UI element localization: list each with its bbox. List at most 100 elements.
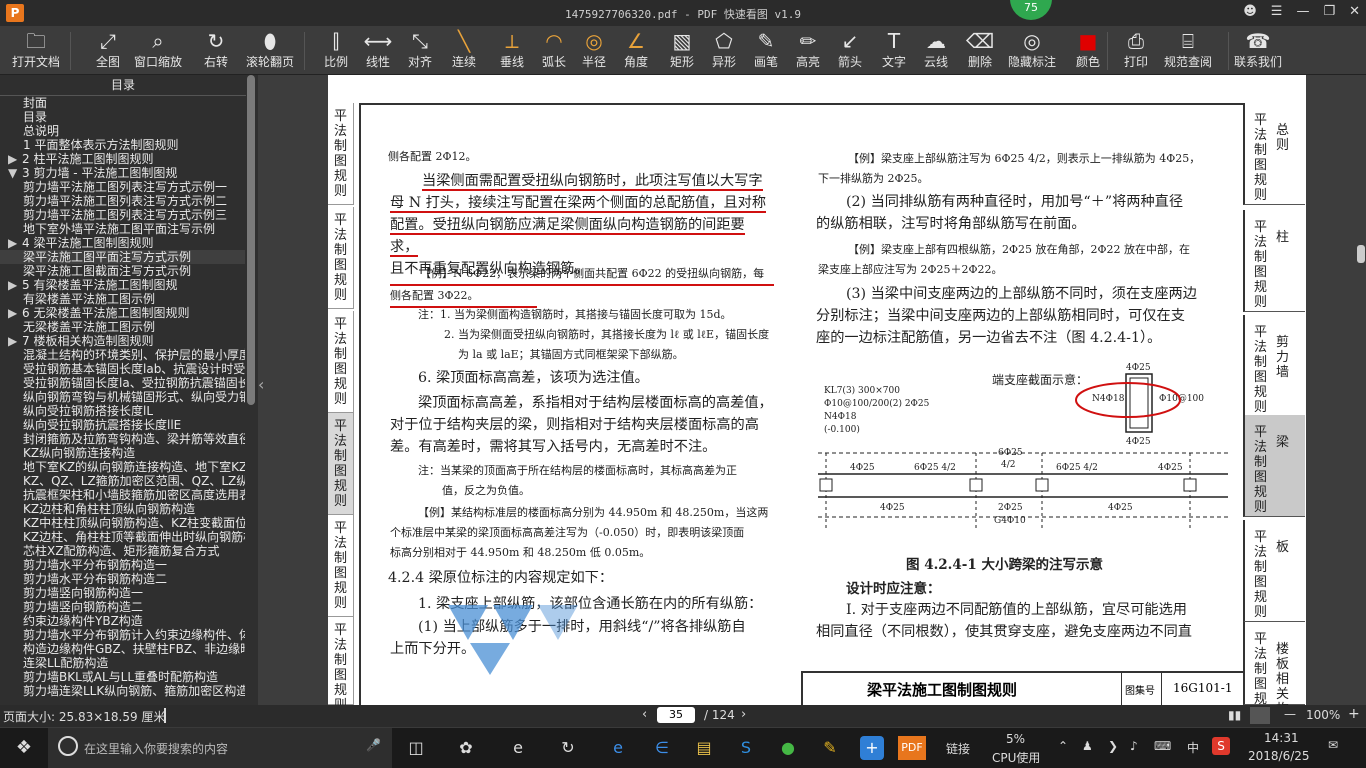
tool-print[interactable]: ⎙ 打印 — [1116, 28, 1156, 70]
toc-item[interactable]: ▶ 7 楼板相关构造制图规则 — [0, 334, 230, 348]
collapse-chevron-icon[interactable]: ‹ — [258, 375, 264, 394]
toc-item[interactable]: ▶ 6 无梁楼盖平法施工图制图规则 — [0, 306, 230, 320]
toc-item[interactable]: 有梁楼盖平法施工图示例 — [0, 292, 245, 306]
restore-button[interactable]: ❐ — [1323, 4, 1335, 19]
toc-item[interactable]: 剪力墙平法施工图列表注写方式示例二 — [0, 194, 245, 208]
toc-item[interactable]: ▶ 5 有梁楼盖平法施工图制图规 — [0, 278, 230, 292]
toc-item[interactable]: 剪力墙竖向钢筋构造一 — [0, 586, 245, 600]
toc-item[interactable]: 抗震框架柱和小墙肢箍筋加密区高度选用表 — [0, 488, 245, 502]
plus-app-icon[interactable]: + — [860, 736, 884, 760]
chapter-tab[interactable]: 平法制图规则总则 — [1243, 103, 1305, 205]
tool-color-swatch[interactable]: ■ 颜色 — [1068, 28, 1108, 70]
sidebar-scrollbar[interactable] — [247, 75, 255, 405]
toc-item[interactable]: KZ边柱和角柱柱顶纵向钢筋构造 — [0, 502, 245, 516]
toc-item[interactable]: KZ、QZ、LZ箍筋加密区范围、QZ、LZ纵向钢 — [0, 474, 245, 488]
pdf-viewer-taskbar-icon[interactable]: PDF — [898, 736, 926, 760]
toc-item[interactable]: 剪力墙水平分布钢筋构造二 — [0, 572, 245, 586]
collapsed-caret-icon[interactable]: ▶ — [8, 278, 22, 292]
toc-item[interactable]: KZ边柱、角柱柱顶等截面伸出时纵向钢筋构 — [0, 530, 245, 544]
ie-icon[interactable]: ∈ — [650, 736, 674, 760]
tool-hide-markup[interactable]: ◎ 隐藏标注 — [1008, 28, 1056, 70]
toc-item[interactable]: 纵向钢筋弯钩与机械锚固形式、纵向受力钢 — [0, 390, 245, 404]
file-explorer-icon[interactable]: ▤ — [692, 736, 716, 760]
toc-item[interactable]: 剪力墙竖向钢筋构造二 — [0, 600, 245, 614]
tool-angle[interactable]: ∠ 角度 — [616, 28, 656, 70]
collapsed-caret-icon[interactable]: ▶ — [8, 152, 22, 166]
ie-browser-icon[interactable]: e — [506, 736, 530, 760]
tool-continuous-measure[interactable]: ╲ 连续 — [444, 28, 484, 70]
toc-item[interactable]: 封闭箍筋及拉筋弯钩构造、梁并筋等效直径 — [0, 432, 245, 446]
chapter-tab[interactable]: 平法制图规则梁 — [1243, 415, 1305, 517]
green-app-icon[interactable]: ● — [776, 736, 800, 760]
collapsed-caret-icon[interactable]: ▶ — [8, 306, 22, 320]
toc-item[interactable]: 剪力墙水平分布钢筋计入约束边缘构件、体 — [0, 628, 245, 642]
tray-up-chevron-icon[interactable]: ⌃ — [1058, 739, 1068, 753]
tool-fit-page[interactable]: ⤢ 全图 — [88, 28, 128, 70]
toc-item[interactable]: 连梁LL配筋构造 — [0, 656, 245, 670]
notification-center-icon[interactable]: ✉ — [1328, 738, 1338, 752]
tool-eraser[interactable]: ⌫ 删除 — [960, 28, 1000, 70]
pinwheel-app-icon[interactable]: ✿ — [454, 736, 478, 760]
task-view-icon[interactable]: ◫ — [404, 736, 428, 760]
toc-item[interactable]: 目录 — [0, 110, 245, 124]
toc-item[interactable]: 地下室外墙平法施工图平面注写示例 — [0, 222, 245, 236]
tool-rotate-right[interactable]: ↻ 右转 — [196, 28, 236, 70]
toc-item[interactable]: 纵向受拉钢筋抗震搭接长度llE — [0, 418, 245, 432]
sogou-ime-icon[interactable]: S — [1212, 737, 1230, 755]
continuous-view-icon[interactable] — [1250, 707, 1270, 724]
toc-item[interactable]: 剪力墙平法施工图列表注写方式示例三 — [0, 208, 245, 222]
collapsed-caret-icon[interactable]: ▶ — [8, 236, 22, 250]
pdf-viewer[interactable]: 平法制图规则平法制图规则平法制图规则平法制图规则平法制图规则平法制图规则 平法制… — [328, 75, 1306, 705]
zoom-in-icon[interactable]: + — [1348, 706, 1360, 722]
page-scrollbar[interactable] — [1356, 75, 1366, 705]
toc-item[interactable]: 封面 — [0, 96, 245, 110]
toc-item[interactable]: 构造边缘构件GBZ、扶壁柱FBZ、非边缘暗柱 — [0, 642, 245, 656]
toc-item[interactable]: 约束边缘构件YBZ构造 — [0, 614, 245, 628]
notes-app-icon[interactable]: ✎ — [818, 736, 842, 760]
tool-cloud-line[interactable]: ☁ 云线 — [916, 28, 956, 70]
toc-item[interactable]: ▶ 2 柱平法施工图制图规则 — [0, 152, 230, 166]
toc-item[interactable]: 地下室KZ的纵向钢筋连接构造、地下室KZ的 — [0, 460, 245, 474]
toc-item[interactable]: KZ纵向钢筋连接构造 — [0, 446, 245, 460]
windows-start-icon[interactable]: ❖ — [12, 736, 36, 760]
minimize-button[interactable]: — — [1296, 4, 1309, 19]
clock-time[interactable]: 14:31 — [1264, 731, 1299, 745]
close-button[interactable]: ✕ — [1349, 4, 1360, 19]
chapter-tab[interactable]: 平法制图规则板 — [1243, 520, 1305, 622]
edge-browser-icon[interactable]: e — [606, 736, 630, 760]
toc-item[interactable]: 总说明 — [0, 124, 245, 138]
menu-icon[interactable]: ☰ — [1271, 4, 1283, 19]
toc-item[interactable]: 受拉钢筋基本锚固长度lab、抗震设计时受 — [0, 362, 245, 376]
toc-item[interactable]: 剪力墙平法施工图列表注写方式示例一 — [0, 180, 245, 194]
next-page-icon[interactable]: › — [741, 707, 746, 722]
tool-aligned-measure[interactable]: ⤡ 对齐 — [400, 28, 440, 70]
microphone-icon[interactable]: 🎤 — [366, 738, 381, 752]
toc-item[interactable]: 梁平法施工图平面注写方式示例 — [0, 250, 245, 264]
volume-icon[interactable]: ♪ — [1130, 739, 1138, 753]
user-icon[interactable]: ☻ — [1243, 4, 1257, 19]
tool-contact[interactable]: ☎ 联系我们 — [1234, 28, 1282, 70]
single-page-view-icon[interactable]: ▮▮ — [1228, 708, 1241, 722]
collapsed-caret-icon[interactable]: ▶ — [8, 334, 22, 348]
toc-item[interactable]: ▶ 4 梁平法施工图制图规则 — [0, 236, 230, 250]
chapter-tab[interactable]: 平法制图规则剪力墙 — [1243, 315, 1305, 417]
spiral-app-icon[interactable]: ↻ — [556, 736, 580, 760]
toc-item[interactable]: 1 平面整体表示方法制图规则 — [0, 138, 245, 152]
people-icon[interactable]: ♟ — [1082, 739, 1093, 753]
expanded-caret-icon[interactable]: ▼ — [8, 166, 22, 180]
chapter-tab[interactable]: 平法制图规则柱 — [1243, 210, 1305, 312]
toc-item[interactable]: 剪力墙BKL或AL与LL重叠时配筋构造 — [0, 670, 245, 684]
toc-item[interactable]: 受拉钢筋锚固长度la、受拉钢筋抗震锚固长 — [0, 376, 245, 390]
toc-item[interactable]: 混凝土结构的环境类别、保护层的最小厚度 — [0, 348, 245, 362]
tool-mouse-wheel[interactable]: ⬮ 滚轮翻页 — [246, 28, 294, 70]
clock-date[interactable]: 2018/6/25 — [1248, 749, 1310, 763]
scroll-thumb[interactable] — [1357, 245, 1365, 263]
zoom-out-icon[interactable]: — — [1284, 707, 1296, 721]
tool-arrow[interactable]: ↙ 箭头 — [830, 28, 870, 70]
tool-zoom-window[interactable]: ⌕ 窗口缩放 — [134, 28, 182, 70]
tool-book[interactable]: ⌸ 规范查阅 — [1164, 28, 1212, 70]
toc-item[interactable]: 剪力墙水平分布钢筋构造一 — [0, 558, 245, 572]
keyboard-icon[interactable]: ⌨ — [1154, 739, 1171, 753]
tool-folder[interactable]: 🗀 打开文档 — [12, 28, 60, 70]
toc-item[interactable]: 梁平法施工图截面注写方式示例 — [0, 264, 245, 278]
